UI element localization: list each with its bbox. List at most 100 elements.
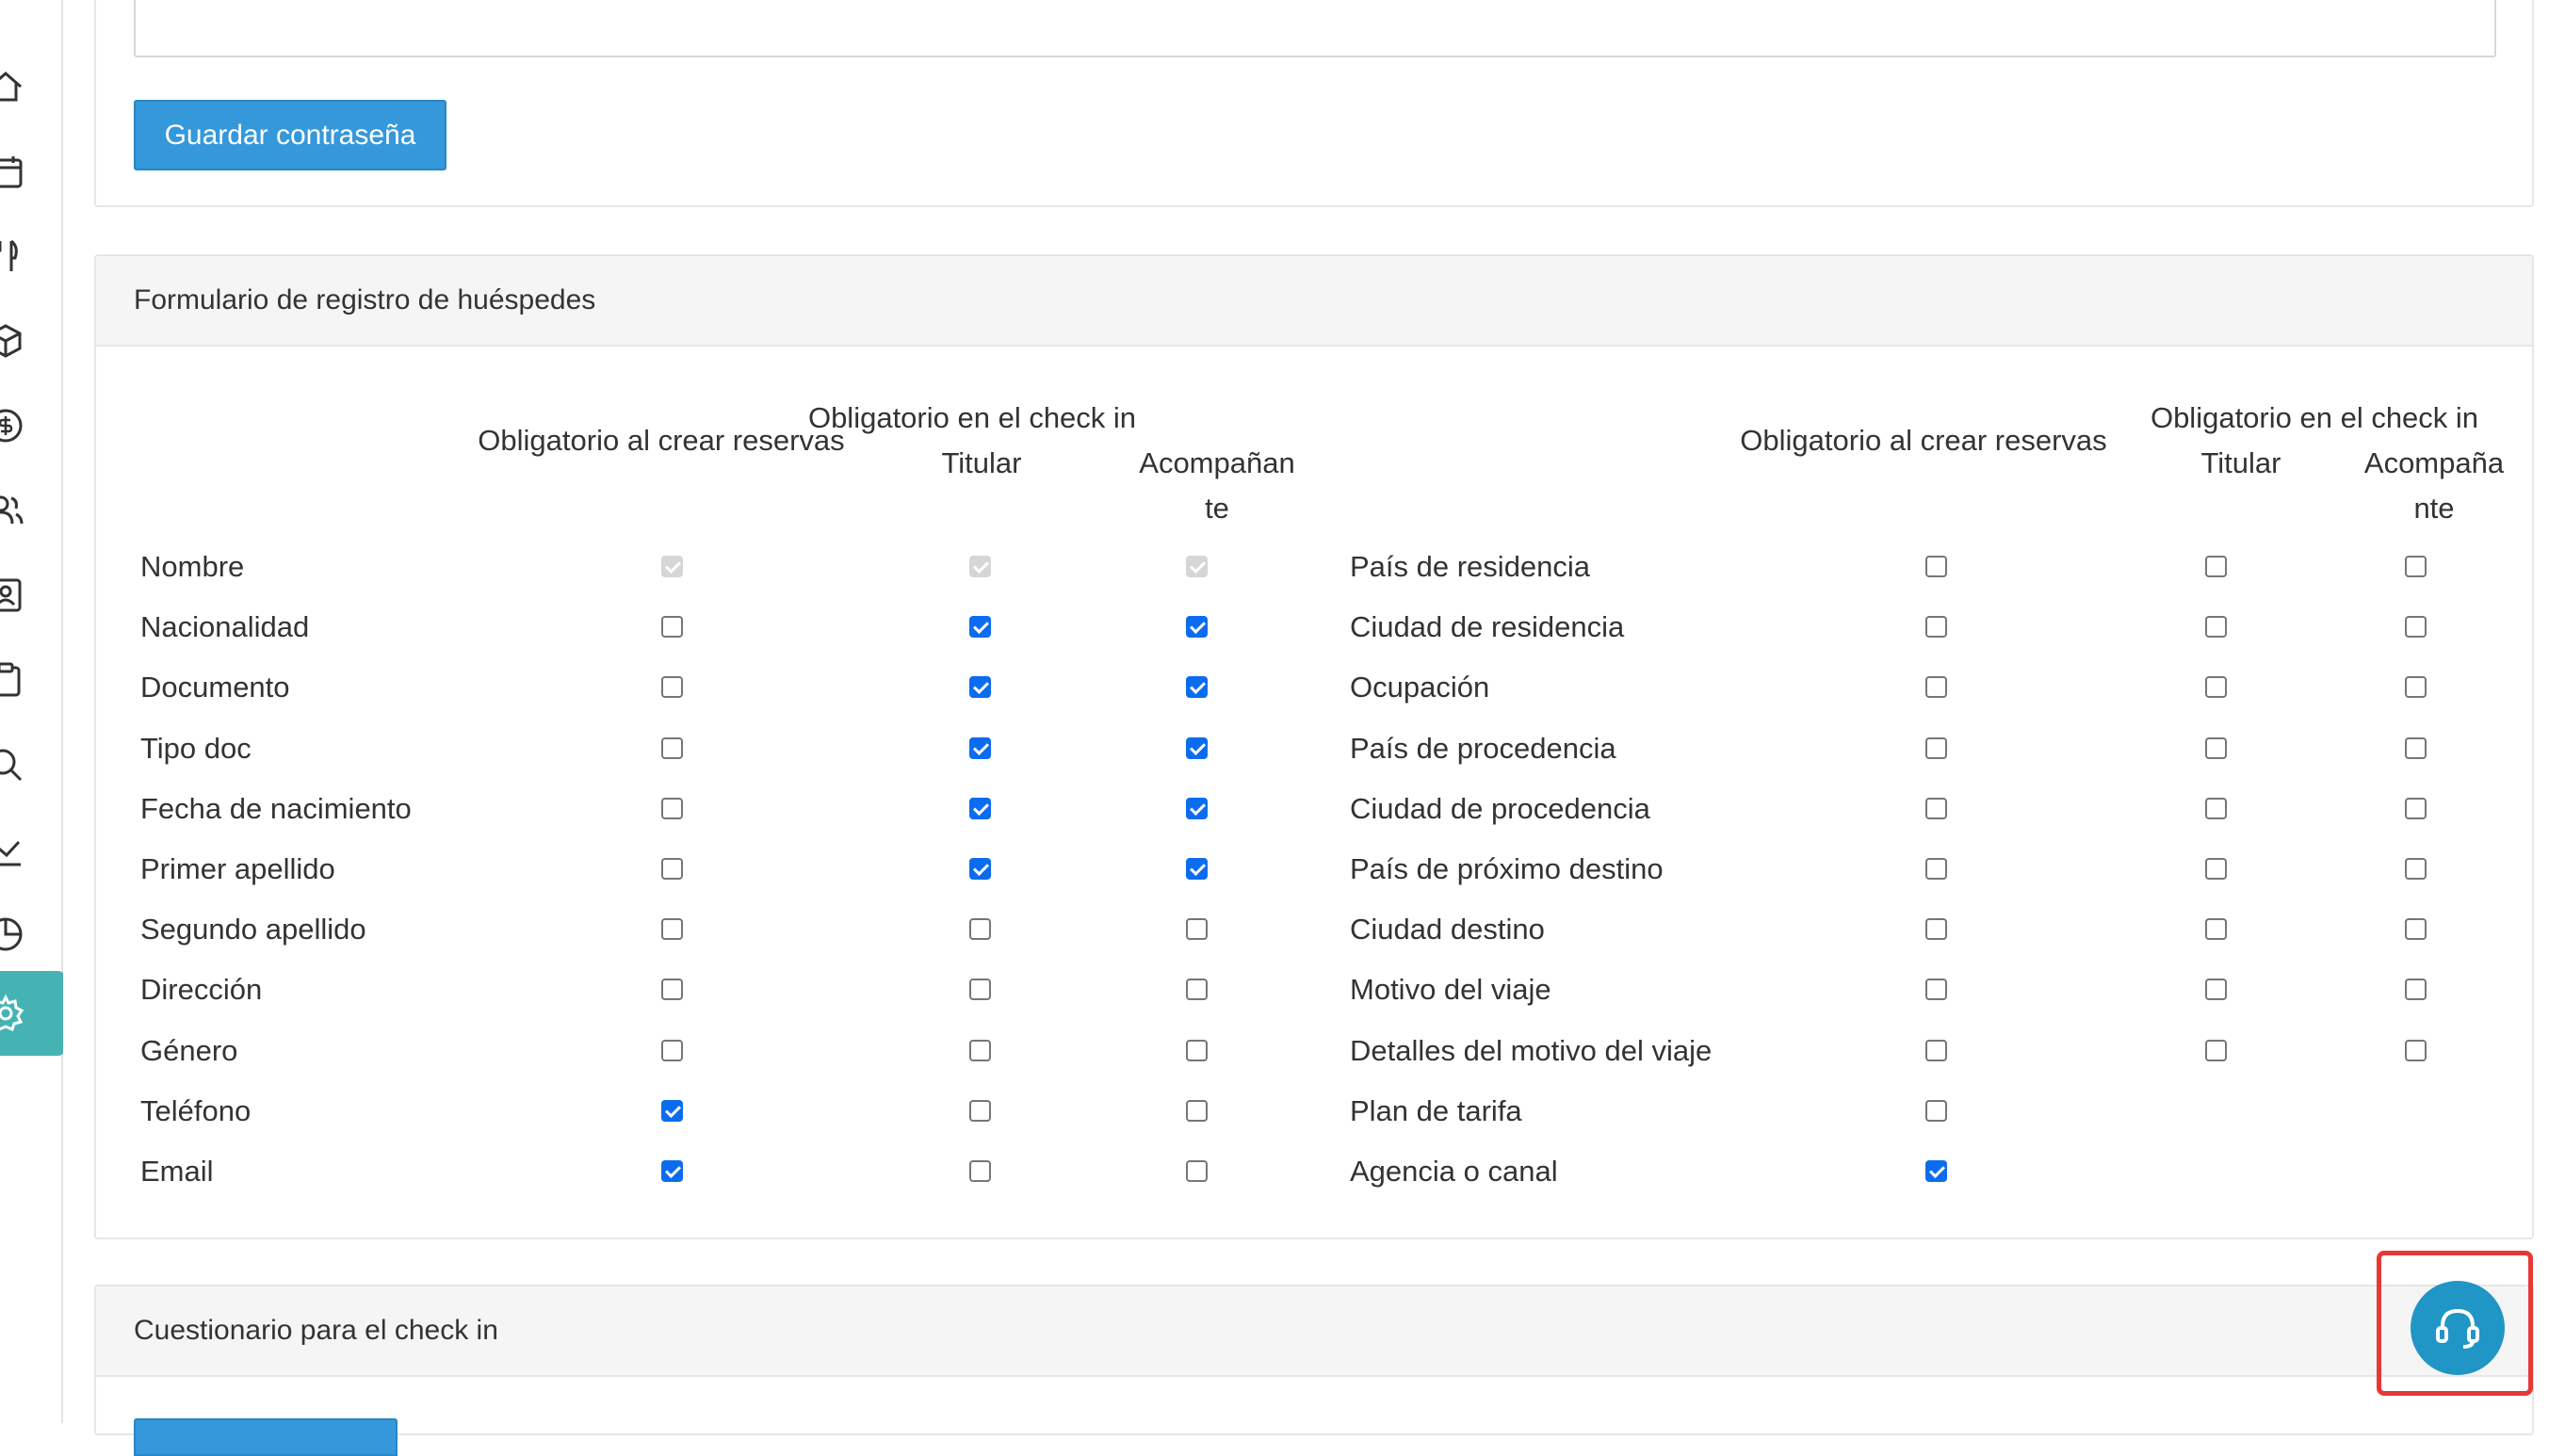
checkin-questionnaire-header: Cuestionario para el check in — [96, 1286, 2532, 1377]
right-holder-checkbox[interactable] — [2205, 676, 2227, 699]
sidebar-item-money[interactable] — [0, 388, 63, 463]
left-holder-checkbox[interactable] — [969, 1160, 991, 1182]
left-create-checkbox[interactable] — [661, 1039, 683, 1061]
left-field-label: Género — [140, 1033, 238, 1067]
right-field-label: País de próximo destino — [1350, 852, 1664, 885]
left-companion-checkbox[interactable] — [1186, 616, 1208, 639]
sidebar-item-clipboard[interactable] — [0, 642, 63, 718]
left-field-label: Email — [140, 1155, 214, 1188]
users-icon — [0, 495, 24, 525]
right-companion-checkbox[interactable] — [2405, 858, 2427, 880]
left-create-checkbox[interactable] — [661, 979, 683, 1001]
right-field-label: Plan de tarifa — [1350, 1093, 1522, 1127]
sidebar-item-calendar[interactable] — [0, 134, 63, 209]
sidebar-item-statistics[interactable] — [0, 897, 63, 972]
right-field-label: Motivo del viaje — [1350, 973, 1551, 1007]
sidebar-item-restaurant[interactable] — [0, 218, 63, 294]
left-holder-checkbox[interactable] — [969, 918, 991, 941]
left-holder-checkbox[interactable] — [969, 797, 991, 819]
right-holder-checkbox[interactable] — [2205, 858, 2227, 880]
right-companion-checkbox[interactable] — [2405, 1039, 2427, 1061]
right-companion-checkbox[interactable] — [2405, 797, 2427, 819]
clipboard-icon — [0, 662, 21, 697]
right-companion-checkbox[interactable] — [2405, 918, 2427, 941]
right-create-checkbox[interactable] — [1925, 1160, 1947, 1182]
left-create-checkbox[interactable] — [661, 858, 683, 880]
right-companion-checkbox[interactable] — [2405, 736, 2427, 759]
right-create-checkbox[interactable] — [1925, 616, 1947, 639]
right-companion-checkbox[interactable] — [2405, 556, 2427, 577]
right-field-label: Ciudad destino — [1350, 913, 1545, 946]
left-companion-checkbox[interactable] — [1186, 1099, 1208, 1122]
left-companion-checkbox[interactable] — [1186, 858, 1208, 880]
left-companion-checkbox[interactable] — [1186, 1160, 1208, 1182]
left-field-label: Primer apellido — [140, 852, 335, 885]
right-holder-checkbox[interactable] — [2205, 556, 2227, 577]
left-holder-checkbox[interactable] — [969, 1099, 991, 1122]
left-holder-checkbox[interactable] — [969, 858, 991, 880]
right-create-checkbox[interactable] — [1925, 676, 1947, 699]
left-holder-checkbox[interactable] — [969, 736, 991, 759]
questionnaire-action-button[interactable] — [134, 1418, 398, 1456]
left-holder-checkbox[interactable] — [969, 1039, 991, 1061]
header-holder-left: Titular — [941, 446, 1022, 479]
right-create-checkbox[interactable] — [1925, 1099, 1947, 1122]
checkin-questionnaire-title: Cuestionario para el check in — [134, 1315, 498, 1346]
left-create-checkbox[interactable] — [661, 797, 683, 819]
sidebar-item-home[interactable] — [0, 49, 63, 124]
sidebar-item-package[interactable] — [0, 303, 63, 379]
search-icon — [0, 749, 23, 782]
guest-form-card: Formulario de registro de huéspedes Obli… — [94, 254, 2534, 1239]
right-holder-checkbox[interactable] — [2205, 1039, 2227, 1061]
left-create-checkbox[interactable] — [661, 1160, 683, 1182]
left-create-checkbox[interactable] — [661, 616, 683, 639]
save-password-button[interactable]: Guardar contraseña — [134, 100, 446, 170]
sidebar-item-search[interactable] — [0, 727, 63, 802]
restaurant-icon — [0, 239, 18, 271]
left-holder-checkbox[interactable] — [969, 616, 991, 639]
left-create-checkbox[interactable] — [661, 736, 683, 759]
guest-form-header: Formulario de registro de huéspedes — [96, 256, 2532, 347]
left-field-label: Documento — [140, 671, 290, 704]
support-chat-button[interactable] — [2411, 1281, 2505, 1375]
right-companion-checkbox[interactable] — [2405, 616, 2427, 639]
right-create-checkbox[interactable] — [1925, 1039, 1947, 1061]
right-companion-checkbox[interactable] — [2405, 979, 2427, 1001]
right-create-checkbox[interactable] — [1925, 736, 1947, 759]
password-textarea[interactable] — [134, 0, 2496, 57]
right-create-checkbox[interactable] — [1925, 858, 1947, 880]
left-companion-checkbox[interactable] — [1186, 797, 1208, 819]
right-holder-checkbox[interactable] — [2205, 918, 2227, 941]
left-companion-checkbox[interactable] — [1186, 918, 1208, 941]
right-holder-checkbox[interactable] — [2205, 797, 2227, 819]
left-holder-checkbox[interactable] — [969, 979, 991, 1001]
sidebar-item-contacts[interactable] — [0, 558, 63, 633]
right-companion-checkbox[interactable] — [2405, 676, 2427, 699]
sidebar-item-settings[interactable] — [0, 971, 64, 1056]
left-create-checkbox[interactable] — [661, 918, 683, 941]
left-holder-checkbox[interactable] — [969, 676, 991, 699]
guest-form-title: Formulario de registro de huéspedes — [134, 284, 596, 315]
left-field-label: Teléfono — [140, 1093, 252, 1127]
header-companion-right-1: Acompaña — [2363, 446, 2505, 479]
left-companion-checkbox[interactable] — [1186, 1039, 1208, 1061]
sidebar-item-users[interactable] — [0, 473, 63, 548]
left-field-label: Fecha de nacimiento — [140, 791, 412, 825]
right-field-label: Ciudad de residencia — [1350, 610, 1625, 644]
left-field-label: Dirección — [140, 973, 263, 1007]
sidebar-item-reports[interactable] — [0, 812, 63, 887]
right-holder-checkbox[interactable] — [2205, 979, 2227, 1001]
right-create-checkbox[interactable] — [1925, 556, 1947, 577]
left-companion-checkbox[interactable] — [1186, 676, 1208, 699]
calendar-icon — [0, 156, 23, 188]
right-create-checkbox[interactable] — [1925, 979, 1947, 1001]
left-create-checkbox[interactable] — [661, 676, 683, 699]
right-create-checkbox[interactable] — [1925, 918, 1947, 941]
right-holder-checkbox[interactable] — [2205, 616, 2227, 639]
money-icon — [0, 409, 23, 443]
left-create-checkbox[interactable] — [661, 1099, 683, 1122]
right-create-checkbox[interactable] — [1925, 797, 1947, 819]
right-holder-checkbox[interactable] — [2205, 736, 2227, 759]
left-companion-checkbox[interactable] — [1186, 979, 1208, 1001]
left-companion-checkbox[interactable] — [1186, 736, 1208, 759]
